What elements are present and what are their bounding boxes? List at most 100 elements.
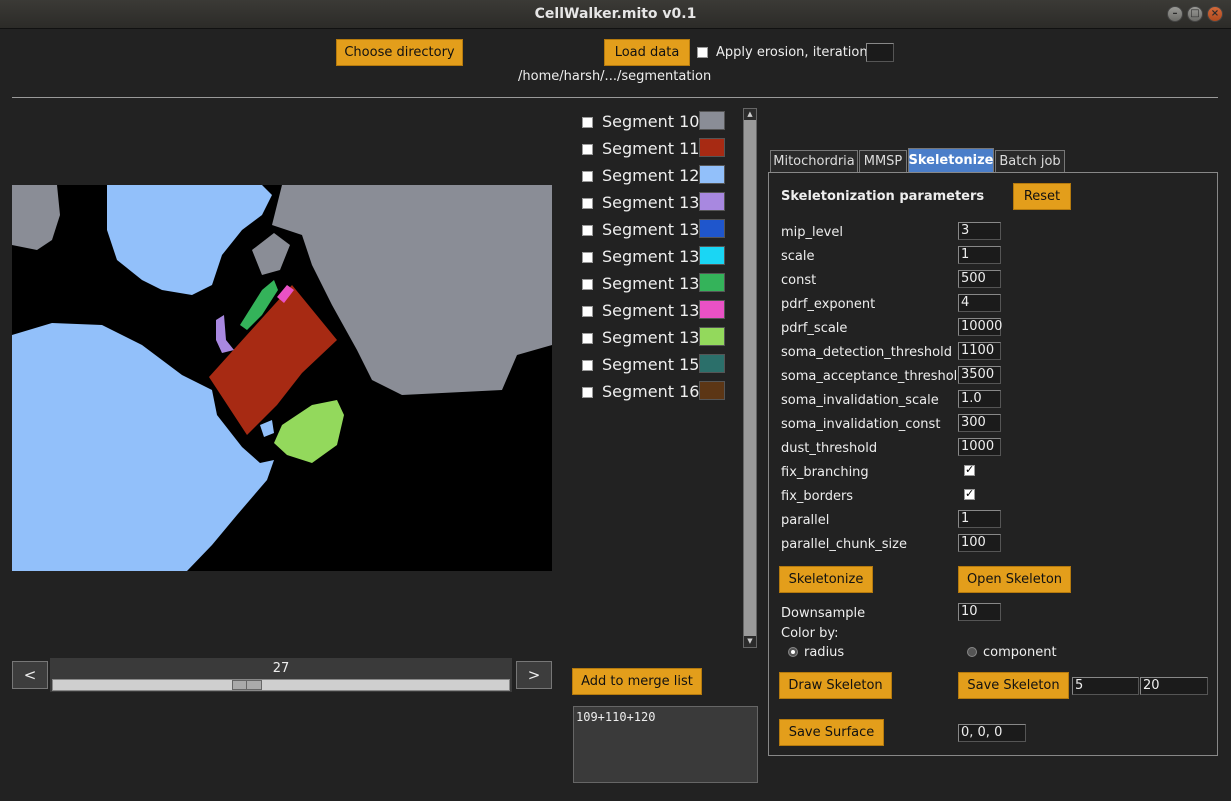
param-label: fix_branching (781, 465, 869, 480)
list-item[interactable]: Segment 136 (582, 273, 727, 295)
soma-detection-threshold-input[interactable]: 1100 (958, 342, 1001, 360)
slice-slider[interactable]: 27 (50, 658, 512, 692)
segment-color-swatch (699, 300, 725, 319)
slice-value: 27 (272, 661, 290, 676)
segment-color-swatch (699, 219, 725, 238)
segment-color-swatch (699, 192, 725, 211)
fix-borders-checkbox[interactable] (964, 487, 975, 500)
list-item[interactable]: Segment 120 (582, 165, 727, 187)
list-item[interactable]: Segment 109 (582, 111, 727, 133)
component-label: component (983, 645, 1057, 660)
close-icon[interactable]: × (1207, 6, 1223, 22)
pdrf-scale-input[interactable]: 10000 (958, 318, 1002, 336)
segment-label: Segment 135 (602, 247, 710, 266)
tab-mitochondria[interactable]: Mitochordria (770, 150, 858, 172)
segment-checkbox[interactable] (582, 387, 593, 398)
parallel-chunk-size-input[interactable]: 100 (958, 534, 1001, 552)
tab-mmsp[interactable]: MMSP (859, 150, 907, 172)
segment-label: Segment 133 (602, 193, 710, 212)
list-item[interactable]: Segment 159 (582, 354, 727, 376)
scroll-down-icon[interactable]: ▼ (744, 636, 756, 647)
segment-checkbox[interactable] (582, 144, 593, 155)
open-skeleton-button[interactable]: Open Skeleton (958, 566, 1071, 593)
erosion-iterations-input[interactable] (866, 43, 894, 62)
surface-input[interactable]: 0, 0, 0 (958, 724, 1026, 742)
segment-checkbox[interactable] (582, 252, 593, 263)
title-bar: CellWalker.mito v0.1 – □ × (0, 0, 1231, 29)
segment-label: Segment 137 (602, 301, 710, 320)
downsample-input[interactable]: 10 (958, 603, 1001, 621)
soma-invalidation-const-input[interactable]: 300 (958, 414, 1001, 432)
scale-input[interactable]: 1 (958, 246, 1001, 264)
list-item[interactable]: Segment 134 (582, 219, 727, 241)
panel-heading: Skeletonization parameters (781, 189, 985, 204)
tab-skeletonize[interactable]: Skeletonize (908, 148, 994, 172)
dust-threshold-input[interactable]: 1000 (958, 438, 1001, 456)
param-label: soma_invalidation_scale (781, 393, 939, 408)
directory-path: /home/harsh/.../segmentation (518, 69, 712, 84)
erosion-checkbox[interactable] (697, 47, 708, 58)
segment-checkbox[interactable] (582, 198, 593, 209)
soma-invalidation-scale-input[interactable]: 1.0 (958, 390, 1001, 408)
mip-level-input[interactable]: 3 (958, 222, 1001, 240)
minimize-icon[interactable]: – (1167, 6, 1183, 22)
save-surface-button[interactable]: Save Surface (779, 719, 884, 746)
save-skeleton-field-2[interactable]: 20 (1140, 677, 1208, 695)
param-label: scale (781, 249, 815, 264)
fix-branching-checkbox[interactable] (964, 463, 975, 476)
segment-label: Segment 120 (602, 166, 710, 185)
segment-checkbox[interactable] (582, 279, 593, 290)
parallel-input[interactable]: 1 (958, 510, 1001, 528)
segment-label: Segment 138 (602, 328, 710, 347)
erosion-label: Apply erosion, iterations: (716, 45, 879, 60)
segment-checkbox[interactable] (582, 171, 593, 182)
draw-skeleton-button[interactable]: Draw Skeleton (779, 672, 892, 699)
pdrf-exponent-input[interactable]: 4 (958, 294, 1001, 312)
radius-radio[interactable] (788, 647, 798, 657)
choose-directory-button[interactable]: Choose directory (336, 39, 463, 66)
list-item[interactable]: Segment 137 (582, 300, 727, 322)
load-data-button[interactable]: Load data (604, 39, 690, 66)
reset-button[interactable]: Reset (1013, 183, 1071, 210)
segment-label: Segment 136 (602, 274, 710, 293)
segmentation-image[interactable] (12, 185, 552, 571)
segment-color-swatch (699, 381, 725, 400)
maximize-icon[interactable]: □ (1187, 6, 1203, 22)
segment-color-swatch (699, 165, 725, 184)
segment-label: Segment 160 (602, 382, 710, 401)
component-radio[interactable] (967, 647, 977, 657)
segment-color-swatch (699, 273, 725, 292)
scroll-up-icon[interactable]: ▲ (744, 109, 756, 120)
const-input[interactable]: 500 (958, 270, 1001, 288)
downsample-label: Downsample (781, 606, 866, 621)
segment-list-scrollbar[interactable]: ▲ ▼ (743, 108, 757, 648)
add-to-merge-list-button[interactable]: Add to merge list (572, 668, 702, 695)
list-item[interactable]: Segment 133 (582, 192, 727, 214)
slider-track[interactable] (52, 679, 510, 691)
window-title: CellWalker.mito v0.1 (534, 6, 697, 22)
slider-handle[interactable] (232, 680, 262, 690)
segment-checkbox[interactable] (582, 225, 593, 236)
save-skeleton-button[interactable]: Save Skeleton (958, 672, 1069, 699)
segment-color-swatch (699, 138, 725, 157)
param-label: pdrf_scale (781, 321, 848, 336)
radius-label: radius (804, 645, 845, 660)
tab-batch-job[interactable]: Batch job (995, 150, 1065, 172)
list-item[interactable]: Segment 160 (582, 381, 727, 403)
segment-checkbox[interactable] (582, 306, 593, 317)
list-item[interactable]: Segment 110 (582, 138, 727, 160)
next-slice-button[interactable]: > (516, 661, 552, 689)
soma-acceptance-threshold-input[interactable]: 3500 (958, 366, 1001, 384)
segment-checkbox[interactable] (582, 360, 593, 371)
prev-slice-button[interactable]: < (12, 661, 48, 689)
list-item[interactable]: Segment 138 (582, 327, 727, 349)
save-skeleton-field-1[interactable]: 5 (1072, 677, 1139, 695)
merge-list-textarea[interactable]: 109+110+120 (573, 706, 758, 783)
param-label: parallel_chunk_size (781, 537, 907, 552)
segment-label: Segment 134 (602, 220, 710, 239)
segment-checkbox[interactable] (582, 117, 593, 128)
param-label: pdrf_exponent (781, 297, 876, 312)
skeletonize-button[interactable]: Skeletonize (779, 566, 873, 593)
list-item[interactable]: Segment 135 (582, 246, 727, 268)
segment-checkbox[interactable] (582, 333, 593, 344)
